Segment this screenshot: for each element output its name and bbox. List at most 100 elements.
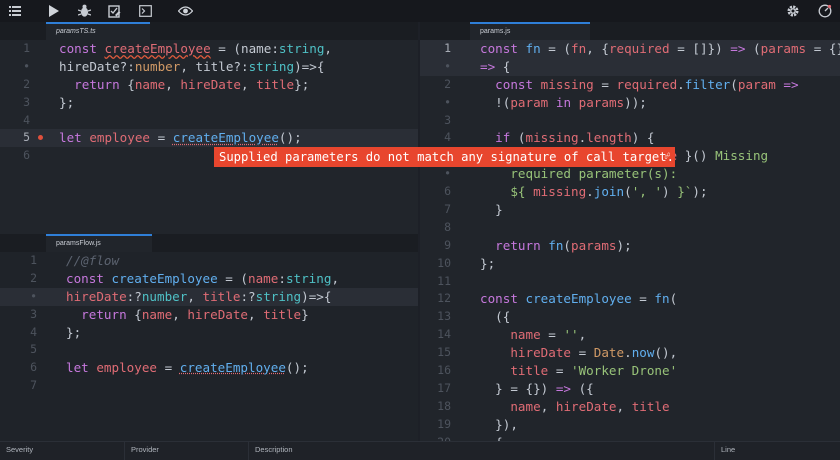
- code-token: ): [662, 184, 678, 200]
- code-text: hireDate?:number, title?:string)=>{: [59, 58, 324, 76]
- bug-icon[interactable]: [73, 0, 95, 22]
- code-line[interactable]: 10};: [420, 255, 840, 273]
- code-token: ({: [571, 380, 594, 396]
- code-line[interactable]: 1 const createEmployee = (name:string,: [0, 40, 418, 58]
- line-number: 17: [437, 380, 451, 395]
- code-token: )=>{: [294, 58, 325, 74]
- code-token: title: [263, 306, 302, 322]
- code-line[interactable]: 5: [0, 341, 418, 359]
- play-icon[interactable]: [43, 0, 65, 22]
- column-line[interactable]: Line: [714, 442, 840, 460]
- code-token: hireDate: [510, 345, 572, 361]
- code-token: createEmployee: [179, 360, 286, 376]
- code-line[interactable]: 12 const createEmployee = fn(: [420, 290, 840, 308]
- code-line[interactable]: 2 return {name, hireDate, title};: [0, 76, 418, 94]
- code-line[interactable]: 6 let employee = createEmployee();: [0, 359, 418, 377]
- code-line[interactable]: 8: [420, 219, 840, 237]
- code-editor-flow[interactable]: 1//@flow 2 const createEmployee = (name:st…: [0, 252, 418, 395]
- list-icon[interactable]: [4, 0, 26, 22]
- code-text: return {name, hireDate, title};: [59, 76, 309, 94]
- tab-params-ts[interactable]: paramsTS.ts: [46, 22, 150, 40]
- code-token: missing: [533, 184, 587, 200]
- line-number: 6: [23, 148, 30, 163]
- code-line[interactable]: • required parameter(s):: [420, 165, 840, 183]
- code-token: (: [563, 237, 572, 253]
- code-token: join: [593, 184, 625, 200]
- code-line[interactable]: 11: [420, 273, 840, 291]
- code-token: hireDate: [180, 76, 242, 92]
- code-token: fn: [548, 237, 564, 253]
- code-line[interactable]: 9 return fn(params);: [420, 237, 840, 255]
- code-line[interactable]: 4: [0, 112, 418, 130]
- code-token: }`: [677, 184, 693, 200]
- code-line[interactable]: 19 }),: [420, 416, 840, 434]
- code-token: =: [593, 76, 617, 92]
- code-line[interactable]: 3 return {name, hireDate, title}: [0, 306, 418, 324]
- code-line[interactable]: 7: [0, 377, 418, 395]
- column-severity[interactable]: Severity: [0, 442, 124, 460]
- code-token: (),: [654, 345, 678, 361]
- editor-pane-typescript: paramsTS.ts 1 const createEmployee = (nam…: [0, 22, 418, 234]
- column-description[interactable]: Description: [248, 442, 714, 460]
- line-number: 19: [437, 416, 451, 431]
- code-token: string: [248, 58, 295, 74]
- line-number: 7: [30, 378, 37, 393]
- code-line[interactable]: 16 title = 'Worker Drone': [420, 362, 840, 380]
- code-line[interactable]: 2 const missing = required.filter(param …: [420, 76, 840, 94]
- code-line[interactable]: 13 ({: [420, 308, 840, 326]
- code-line[interactable]: 2 const createEmployee = (name:string,: [0, 270, 418, 288]
- code-text: return {name, hireDate, title}: [66, 306, 309, 324]
- speedometer-icon[interactable]: [814, 0, 836, 22]
- code-line[interactable]: 3: [420, 112, 840, 130]
- tab-params-js[interactable]: params.js: [470, 22, 590, 40]
- terminal-icon[interactable]: [134, 0, 156, 22]
- code-token: (: [669, 291, 678, 307]
- code-token: params: [578, 94, 625, 110]
- code-token: ${: [510, 184, 534, 200]
- tab-bar: params.js: [420, 22, 840, 40]
- code-line[interactable]: 14 name = '',: [420, 326, 840, 344]
- code-editor-javascript[interactable]: 1 const fn = (fn, {required = []}) => (pa…: [420, 40, 840, 441]
- code-line[interactable]: 20 {: [420, 434, 840, 441]
- code-line[interactable]: 5 let employee = createEmployee();: [0, 129, 418, 148]
- code-text: hireDate = Date.now(),: [480, 344, 677, 362]
- code-line[interactable]: 1 //@flow: [0, 252, 418, 270]
- code-token: =>: [783, 76, 799, 92]
- code-line[interactable]: 6 ${ missing.join(', ') }`);: [420, 183, 840, 201]
- code-line[interactable]: 7 }: [420, 201, 840, 219]
- tab-params-flow[interactable]: paramsFlow.js: [46, 234, 152, 252]
- code-token: };: [480, 255, 496, 271]
- code-line[interactable]: • !(param in params));: [420, 94, 840, 112]
- column-provider[interactable]: Provider: [124, 442, 248, 460]
- line-number: 3: [30, 306, 37, 321]
- code-line[interactable]: 15 hireDate = Date.now(),: [420, 344, 840, 362]
- code-token: , {: [586, 41, 609, 56]
- link-icon[interactable]: ☍: [665, 147, 670, 167]
- code-text: } = {}) => ({: [480, 380, 594, 398]
- code-line[interactable]: 4 if (missing.length) {: [420, 129, 840, 147]
- line-number: 9: [444, 237, 451, 252]
- code-token: Date: [593, 345, 625, 361]
- code-line[interactable]: • => {: [420, 57, 840, 76]
- toolbar: [0, 0, 840, 22]
- code-text: hireDate:?number, title:?string)=>{: [66, 288, 331, 306]
- checklist-icon[interactable]: [103, 0, 125, 22]
- error-indicator-icon[interactable]: [38, 135, 43, 141]
- code-line[interactable]: 17 } = {}) => ({: [420, 380, 840, 398]
- code-line[interactable]: 3};: [0, 94, 418, 112]
- code-line[interactable]: • hireDate?:number, title?:string)=>{: [0, 58, 418, 76]
- line-number: 2: [30, 270, 37, 285]
- code-line[interactable]: 1 const fn = (fn, {required = []}) => (pa…: [420, 40, 840, 58]
- code-token: string: [285, 270, 332, 286]
- code-line[interactable]: • hireDate:?number, title:?string)=>{: [0, 287, 418, 306]
- gear-icon[interactable]: [782, 0, 804, 22]
- eye-icon[interactable]: [174, 0, 196, 22]
- code-line[interactable]: 4};: [0, 324, 418, 342]
- code-line[interactable]: 18 name, hireDate, title: [420, 398, 840, 416]
- code-token: const: [480, 291, 526, 307]
